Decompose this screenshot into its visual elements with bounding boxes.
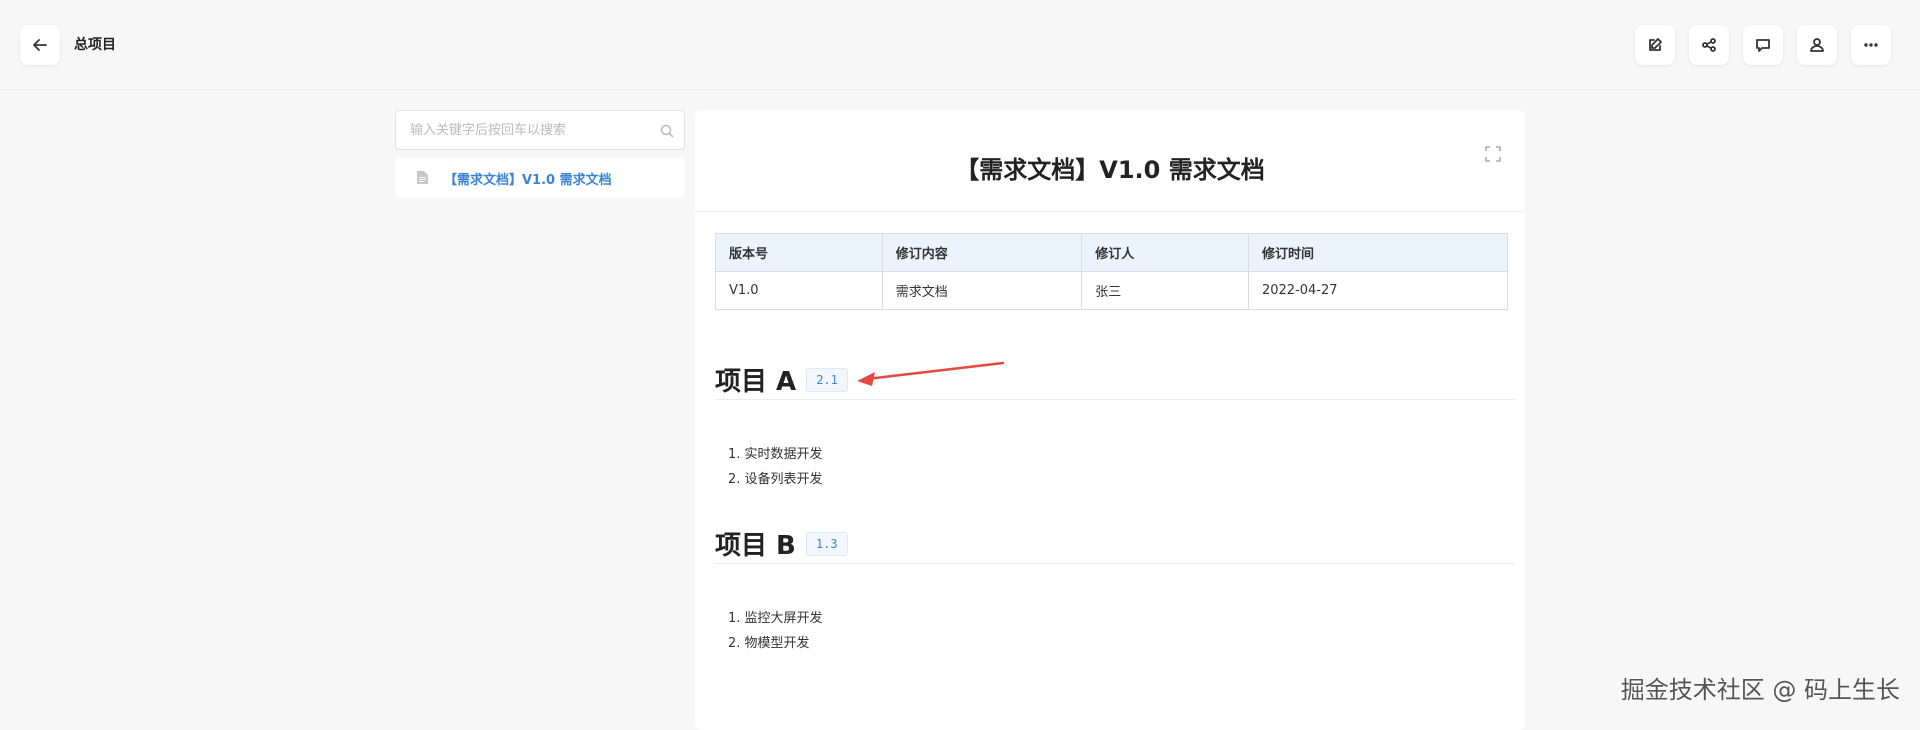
list-item: 2. 设备列表开发: [728, 472, 823, 487]
top-bar: 总项目: [0, 0, 1920, 90]
revision-table: 版本号 修订内容 修订人 修订时间 V1.0 需求文档 张三 2022-04-2…: [715, 233, 1509, 310]
table-header-row: 版本号 修订内容 修订人 修订时间: [715, 233, 1509, 272]
search-input[interactable]: [396, 111, 684, 149]
arrow-left-icon: [33, 39, 47, 51]
annotation-arrow-icon: [857, 361, 1005, 386]
list-item: 1. 监控大屏开发: [728, 611, 823, 626]
version-tag: 2.1: [806, 367, 848, 392]
share-icon: [1702, 38, 1716, 52]
more-icon: [1864, 43, 1878, 47]
table-header-cell: 修订人: [1081, 233, 1249, 272]
table-header-cell: 版本号: [715, 233, 883, 272]
table-cell: 需求文档: [881, 271, 1083, 310]
section-project-b: 项目 B 1.3 1. 监控大屏开发 2. 物模型开发: [715, 524, 1515, 656]
watermark: 掘金技术社区 @ 码上生长: [1620, 676, 1900, 704]
table-cell: 张三: [1081, 271, 1249, 310]
section-title: 项目 A: [715, 367, 797, 397]
sidebar: 【需求文档】V1.0 需求文档: [395, 110, 685, 198]
table-header-cell: 修订内容: [881, 233, 1083, 272]
edit-button[interactable]: [1635, 25, 1675, 65]
list-item: 2. 物模型开发: [728, 636, 810, 651]
document-panel: 【需求文档】V1.0 需求文档 版本号 修订内容 修订人 修订时间 V1.0 需…: [695, 110, 1525, 730]
more-button[interactable]: [1851, 25, 1891, 65]
document-title: 【需求文档】V1.0 需求文档: [955, 156, 1265, 184]
version-tag: 1.3: [805, 531, 848, 556]
user-icon: [1810, 38, 1824, 52]
document-header: 【需求文档】V1.0 需求文档: [695, 110, 1525, 212]
page-title: 总项目: [74, 37, 116, 53]
sidebar-item-label: 【需求文档】V1.0 需求文档: [444, 172, 612, 188]
section-list: 1. 实时数据开发 2. 设备列表开发: [715, 442, 1515, 492]
document-icon: [417, 169, 428, 188]
table-header-cell: 修订时间: [1247, 233, 1509, 272]
section-list: 1. 监控大屏开发 2. 物模型开发: [715, 606, 1515, 656]
comment-button[interactable]: [1743, 25, 1783, 65]
section-heading: 项目 B 1.3: [715, 524, 1515, 564]
share-button[interactable]: [1689, 25, 1729, 65]
search-icon[interactable]: [660, 123, 674, 138]
section-title: 项目 B: [715, 531, 796, 561]
user-button[interactable]: [1797, 25, 1837, 65]
table-cell: V1.0: [715, 271, 883, 310]
sidebar-item-requirements-doc[interactable]: 【需求文档】V1.0 需求文档: [395, 158, 685, 198]
search-box: [395, 110, 685, 150]
section-project-a: 项目 A 2.1 1. 实时数据开发 2. 设备列表开发: [715, 360, 1515, 492]
section-heading: 项目 A 2.1: [715, 360, 1515, 400]
comment-icon: [1756, 39, 1770, 52]
list-item: 1. 实时数据开发: [728, 447, 823, 462]
fullscreen-icon[interactable]: [1485, 146, 1501, 162]
back-button[interactable]: [20, 25, 60, 65]
table-row: V1.0 需求文档 张三 2022-04-27: [715, 271, 1509, 310]
edit-icon: [1649, 38, 1662, 51]
table-cell: 2022-04-27: [1247, 271, 1509, 310]
